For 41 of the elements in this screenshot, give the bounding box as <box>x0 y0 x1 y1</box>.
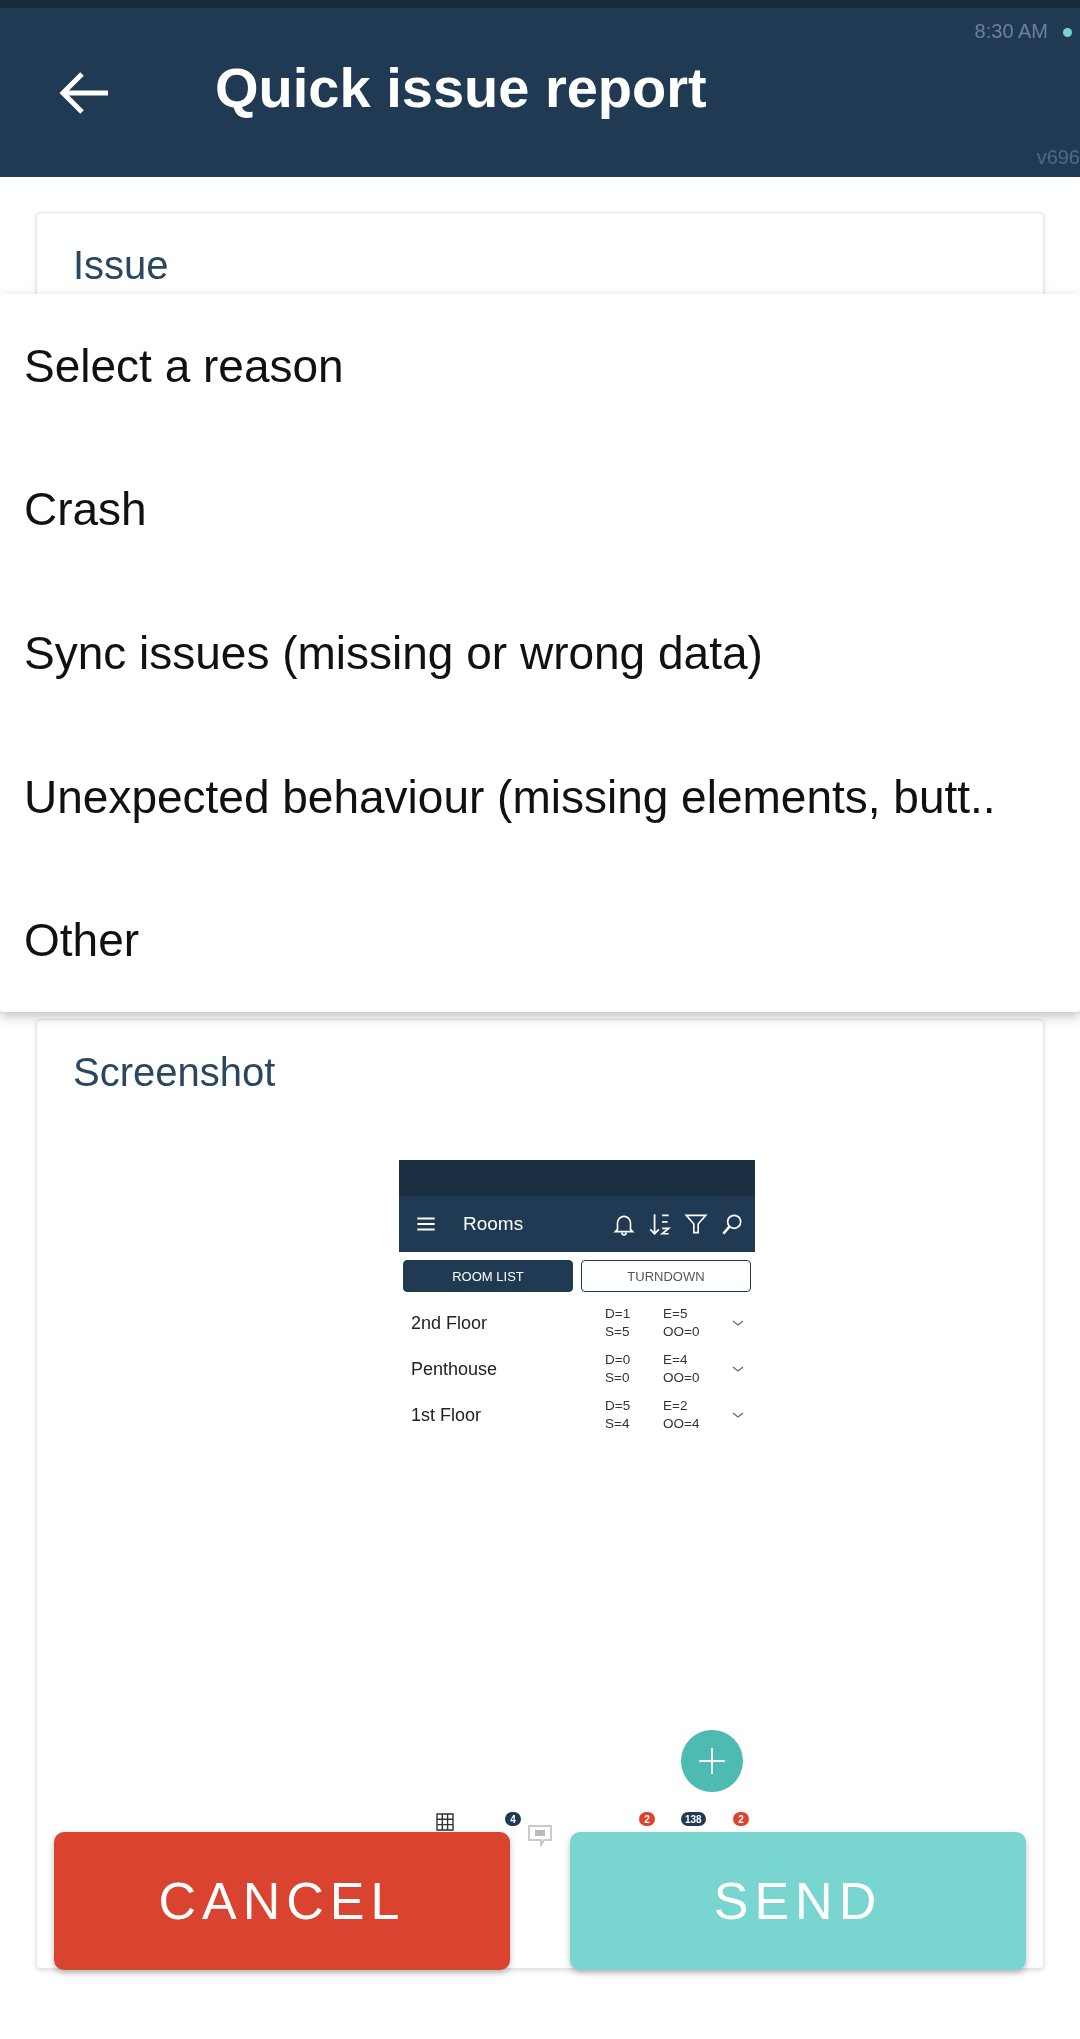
room-count: OO=0 <box>663 1369 701 1387</box>
room-count: D=5 <box>605 1397 632 1415</box>
card-label: Screenshot <box>73 1050 276 1094</box>
menu-item[interactable]: Other <box>0 868 1080 1012</box>
count-badge: 138 <box>681 1812 706 1826</box>
room-count: S=0 <box>605 1369 631 1387</box>
floor-name: Penthouse <box>411 1358 499 1380</box>
room-count: E=5 <box>663 1305 689 1323</box>
chat-icon <box>527 1824 553 1848</box>
screen-title: Quick issue report <box>215 55 707 120</box>
room-count: D=1 <box>605 1305 632 1323</box>
sort-icon <box>647 1211 673 1237</box>
thumbnail-title: Rooms <box>463 1213 525 1235</box>
chevron-down-icon <box>731 1410 745 1420</box>
tab[interactable]: TURNDOWN <box>581 1260 751 1292</box>
count-badge: 4 <box>505 1812 521 1826</box>
room-count: S=4 <box>605 1415 631 1433</box>
room-count: E=4 <box>663 1351 689 1369</box>
plus-icon <box>697 1746 727 1776</box>
room-count: OO=0 <box>663 1323 701 1341</box>
tab[interactable]: ROOM LIST <box>403 1260 573 1292</box>
room-count: OO=4 <box>663 1415 701 1433</box>
cancel-button[interactable]: CANCEL <box>54 1832 510 1970</box>
menu-item[interactable]: Unexpected behaviour (missing elements, butt.. <box>0 724 1080 869</box>
status-dot-icon <box>1063 28 1072 37</box>
menu-item[interactable]: Crash <box>0 437 1080 582</box>
room-count: D=0 <box>605 1351 632 1369</box>
count-badge: 2 <box>639 1812 655 1826</box>
room-count: S=5 <box>605 1323 631 1341</box>
count-badge: 2 <box>733 1812 749 1826</box>
grid-icon <box>435 1812 455 1832</box>
back-arrow-icon[interactable] <box>58 70 110 115</box>
chevron-down-icon <box>731 1318 745 1328</box>
menu-item[interactable]: Sync issues (missing or wrong data) <box>0 581 1080 725</box>
floor-name: 1st Floor <box>411 1404 483 1426</box>
room-count: E=2 <box>663 1397 689 1415</box>
floor-name: 2nd Floor <box>411 1312 489 1334</box>
status-time: 8:30 AM <box>974 20 1048 43</box>
chevron-down-icon <box>731 1364 745 1374</box>
card-label: Issue <box>73 243 169 287</box>
menu-item[interactable]: Select a reason <box>0 294 1080 438</box>
